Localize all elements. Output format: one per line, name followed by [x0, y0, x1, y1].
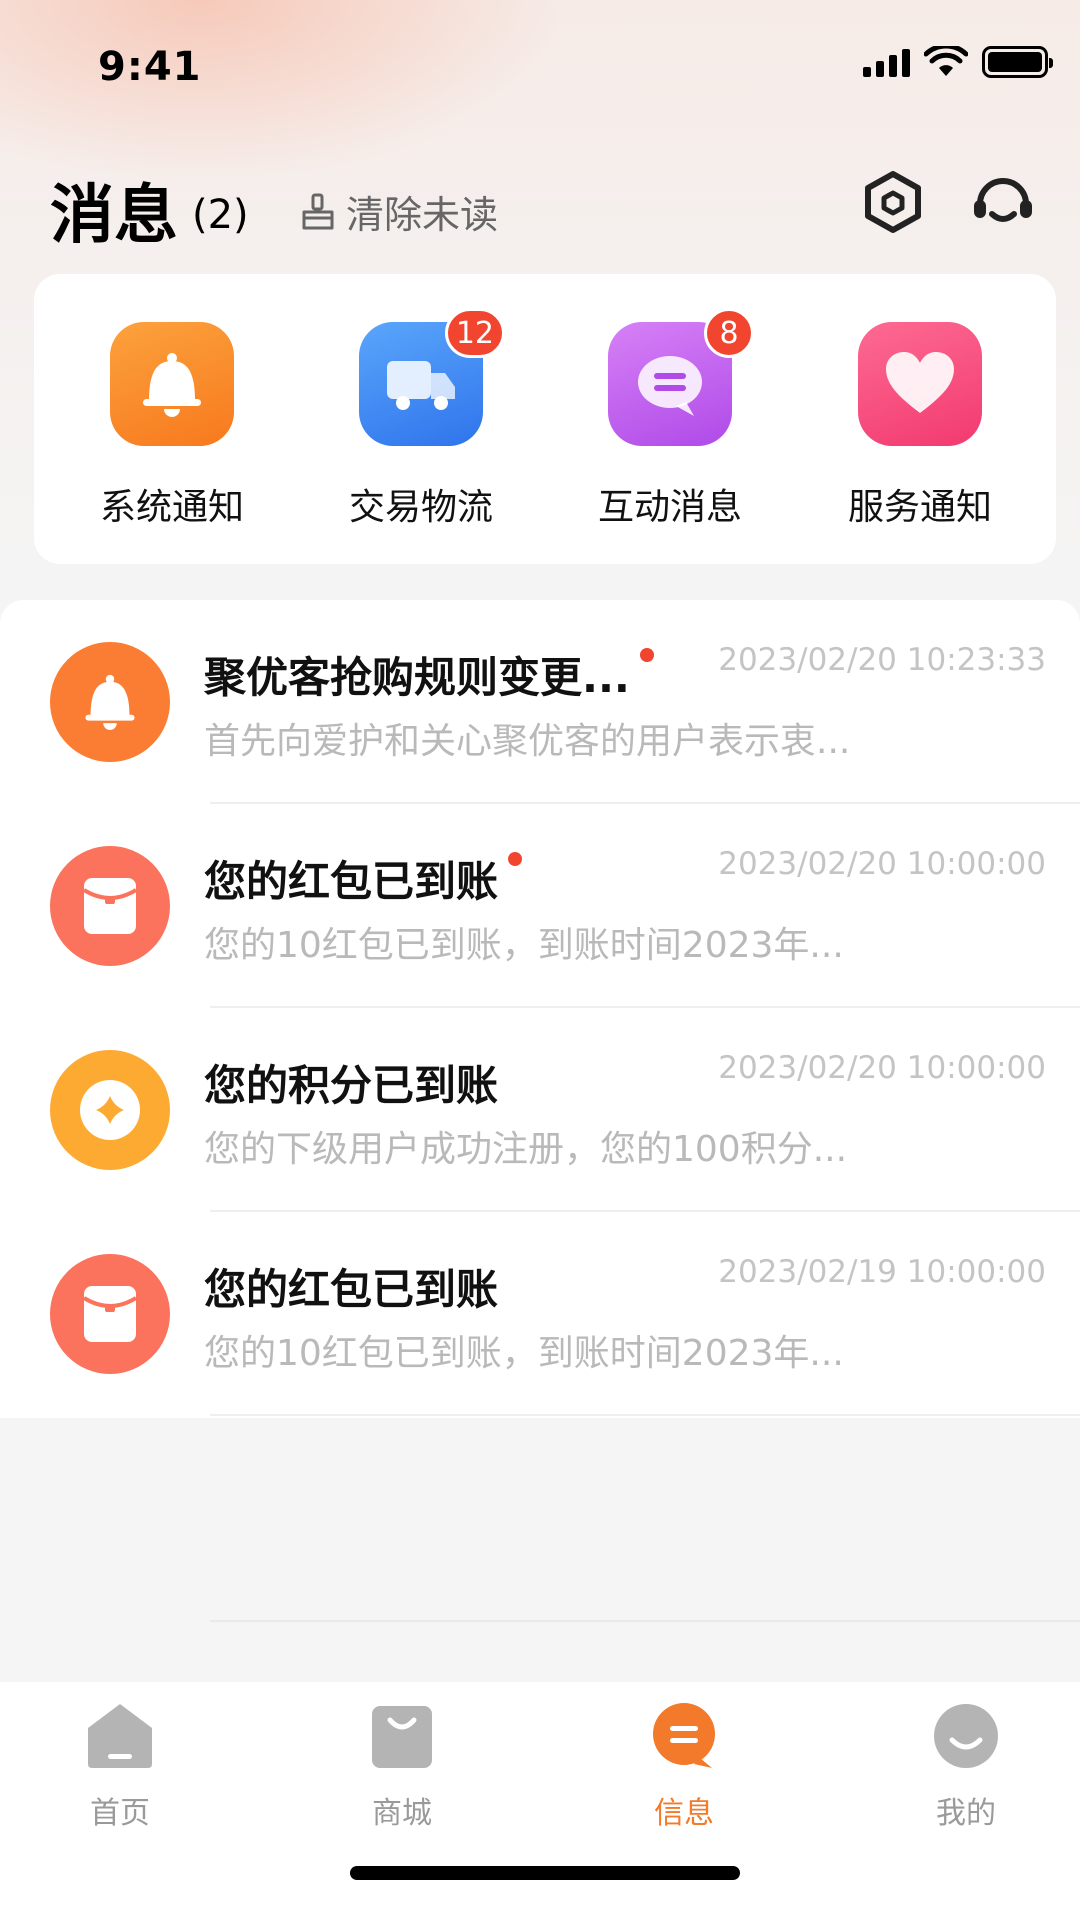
bell-icon — [50, 642, 170, 762]
message-preview: 您的10红包已到账，到账时间2023年... — [204, 1333, 844, 1374]
clear-unread-button[interactable]: 清除未读 — [298, 184, 498, 239]
unread-dot — [508, 852, 523, 866]
bottom-tab-bar: 首页 商城 信息 我的 — [0, 1682, 1080, 1920]
red-envelope-icon — [50, 846, 170, 966]
category-label: 系统通知 — [99, 487, 244, 528]
status-bar: 9:41 — [0, 0, 1080, 132]
tab-home[interactable]: 首页 — [40, 1700, 200, 1832]
heart-icon — [858, 322, 982, 446]
message-title: 您的红包已到账 — [204, 1265, 499, 1314]
message-list: 聚优客抢购规则变更... 2023/02/20 10:23:33 首先向爱护和关… — [0, 600, 1080, 1418]
cellular-signal-icon — [863, 47, 910, 77]
profile-icon — [934, 1704, 998, 1768]
message-time: 2023/02/20 10:00:00 — [718, 846, 1046, 882]
tab-mall[interactable]: 商城 — [322, 1700, 482, 1832]
message-preview: 您的下级用户成功注册，您的100积分... — [204, 1129, 848, 1170]
message-row[interactable]: 您的红包已到账 2023/02/20 10:00:00 您的10红包已到账，到账… — [0, 804, 1080, 1008]
unread-dot — [639, 648, 654, 662]
broom-icon — [302, 193, 334, 229]
chat-bubble-icon: 8 — [608, 308, 754, 446]
home-indicator — [350, 1866, 740, 1880]
category-label: 服务通知 — [847, 487, 992, 528]
tab-profile[interactable]: 我的 — [886, 1700, 1046, 1832]
bell-icon — [110, 322, 234, 446]
message-time: 2023/02/20 10:23:33 — [718, 642, 1046, 678]
tab-label: 信息 — [654, 1796, 714, 1831]
message-row[interactable]: 您的红包已到账 2023/02/19 10:00:00 您的10红包已到账，到账… — [0, 1212, 1080, 1416]
category-label: 互动消息 — [597, 487, 742, 528]
category-system-notice[interactable]: 系统通知 — [82, 322, 262, 530]
message-time: 2023/02/19 10:00:00 — [718, 1254, 1046, 1290]
message-title: 聚优客抢购规则变更... — [204, 644, 654, 705]
shopping-bag-icon — [372, 1706, 432, 1768]
tab-message[interactable]: 信息 — [604, 1700, 764, 1832]
category-interaction[interactable]: 8 互动消息 — [580, 308, 760, 530]
row-divider — [210, 1414, 1080, 1416]
clear-unread-label: 清除未读 — [346, 193, 499, 237]
red-envelope-icon — [50, 1254, 170, 1374]
customer-service-headset-icon[interactable] — [968, 168, 1038, 238]
tab-label: 我的 — [936, 1796, 996, 1831]
page-header: 消息 (2) 清除未读 — [0, 150, 1080, 260]
page-title: 消息 — [50, 179, 178, 253]
unread-count: (2) — [192, 192, 249, 238]
truck-icon: 12 — [359, 308, 505, 446]
list-divider — [210, 1620, 1080, 1622]
points-coin-icon — [50, 1050, 170, 1170]
tab-label: 首页 — [90, 1796, 150, 1831]
message-icon — [653, 1703, 715, 1768]
home-icon — [88, 1704, 152, 1768]
battery-icon — [982, 46, 1053, 78]
status-icons — [863, 46, 1053, 78]
category-badge: 8 — [704, 308, 754, 358]
category-service-notice[interactable]: 服务通知 — [830, 322, 1010, 530]
status-time: 9:41 — [98, 44, 202, 90]
wifi-icon — [924, 46, 968, 76]
message-preview: 您的10红包已到账，到账时间2023年... — [204, 925, 844, 966]
message-time: 2023/02/20 10:00:00 — [718, 1050, 1046, 1086]
message-title: 您的积分已到账 — [204, 1061, 499, 1110]
message-categories-card: 系统通知 12 交易物流 8 互动消息 服务通知 — [34, 274, 1056, 564]
message-row[interactable]: 聚优客抢购规则变更... 2023/02/20 10:23:33 首先向爱护和关… — [0, 600, 1080, 804]
category-badge: 12 — [444, 308, 505, 358]
message-preview: 首先向爱护和关心聚优客的用户表示衷... — [204, 721, 851, 762]
message-row[interactable]: 您的积分已到账 2023/02/20 10:00:00 您的下级用户成功注册，您… — [0, 1008, 1080, 1212]
category-label: 交易物流 — [348, 487, 493, 528]
settings-hex-icon[interactable] — [858, 168, 928, 238]
message-title: 您的红包已到账 — [204, 848, 523, 909]
category-trade-logistics[interactable]: 12 交易物流 — [331, 308, 511, 530]
tab-label: 商城 — [372, 1796, 432, 1831]
